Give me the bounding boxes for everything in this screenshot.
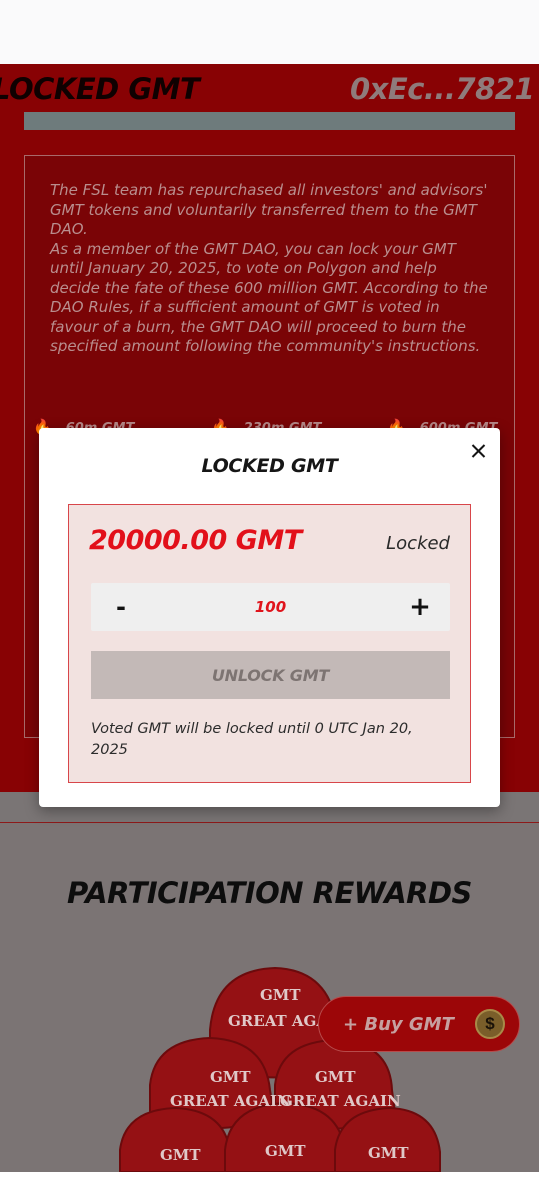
- locked-amount: 20000.00 GMT: [89, 525, 302, 556]
- hero-title: LOCKED GMT: [0, 72, 200, 106]
- unlock-gmt-button[interactable]: UNLOCK GMT: [91, 651, 450, 699]
- hat-text: GREAT AGAIN: [170, 1092, 291, 1110]
- hat-text: GMT: [315, 1068, 356, 1086]
- hat-text: GREAT AGAIN: [280, 1092, 401, 1110]
- wallet-address[interactable]: 0xEc...7821: [350, 72, 535, 106]
- hat-text: GMT: [260, 986, 301, 1004]
- lock-status: Locked: [386, 533, 450, 554]
- locked-gmt-modal: LOCKED GMT 20000.00 GMT Locked - + UNLOC…: [39, 428, 500, 807]
- lock-note: Voted GMT will be locked until 0 UTC Jan…: [91, 721, 413, 758]
- description: The FSL team has repurchased all investo…: [50, 181, 490, 357]
- hats-image: GMT GREAT AGAIN GMT GREAT AGAIN GMT GREA…: [119, 966, 441, 1172]
- section-divider: [0, 822, 539, 823]
- buy-gmt-label: + Buy GMT: [343, 1013, 454, 1035]
- amount-input[interactable]: [151, 583, 390, 631]
- modal-title: LOCKED GMT: [201, 455, 338, 477]
- bottom-strip: [0, 1172, 539, 1200]
- gmt-coin-icon: $: [475, 1009, 505, 1039]
- hat-text: GMT: [160, 1146, 201, 1164]
- buy-gmt-button[interactable]: + Buy GMT $: [318, 996, 520, 1052]
- increment-button[interactable]: +: [390, 583, 450, 631]
- lock-panel: 20000.00 GMT Locked - + UNLOCK GMT Voted…: [68, 504, 471, 783]
- amount-stepper: - +: [91, 583, 450, 631]
- description-paragraph: The FSL team has repurchased all investo…: [50, 181, 488, 238]
- hat-text: GMT: [368, 1144, 409, 1162]
- hat-text: GMT: [265, 1142, 306, 1160]
- status-bar: [0, 0, 539, 64]
- rewards-title: PARTICIPATION REWARDS: [67, 876, 472, 910]
- close-icon[interactable]: [466, 438, 492, 464]
- decrement-button[interactable]: -: [91, 583, 151, 631]
- progress-bar: [24, 112, 515, 130]
- description-paragraph: As a member of the GMT DAO, you can lock…: [50, 239, 488, 356]
- hat-text: GMT: [210, 1068, 251, 1086]
